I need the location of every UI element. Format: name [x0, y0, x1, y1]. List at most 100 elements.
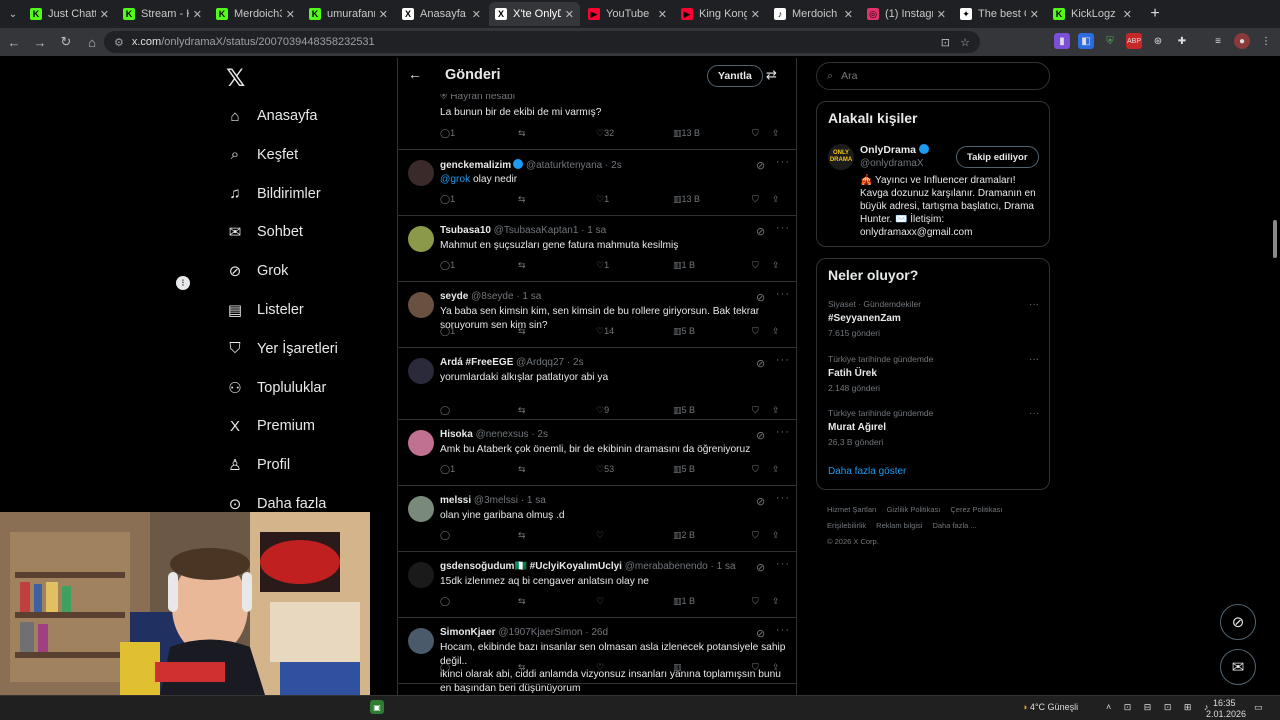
post-time[interactable]: · 2s [605, 160, 622, 171]
nav-item[interactable]: ⊘ Grok [226, 256, 289, 286]
post-time[interactable]: · 1 sa [516, 291, 541, 302]
views-icon[interactable]: ▥ 2 B [673, 530, 695, 541]
adblock-icon[interactable]: ABP [1126, 33, 1142, 49]
avatar[interactable] [408, 292, 434, 318]
avatar[interactable] [408, 226, 434, 252]
reading-list-icon[interactable]: ≡ [1210, 33, 1226, 49]
author-handle[interactable]: @merababenendo [625, 561, 708, 572]
repost-icon[interactable]: ⇆ [518, 194, 526, 205]
bookmark-icon[interactable]: ⛉ [752, 326, 759, 337]
bookmark-icon[interactable]: ⛉ [752, 464, 759, 475]
browser-tab[interactable]: ✦ The best Ch ✕ [954, 2, 1045, 26]
post-time[interactable]: · 2s [531, 429, 548, 440]
grok-float-icon[interactable]: ⊘ [1220, 604, 1256, 640]
like-icon[interactable]: ♡ 14 [596, 326, 614, 337]
grok-icon[interactable]: ⊘ [756, 495, 765, 508]
back-arrow-icon[interactable]: ← [408, 66, 422, 82]
bookmark-icon[interactable]: ⛉ [752, 596, 759, 607]
author-handle[interactable]: @TsubasaKaptan1 [494, 225, 579, 236]
avatar[interactable] [408, 628, 434, 654]
share-icon[interactable]: ⇪ [772, 596, 780, 607]
author-handle[interactable]: @3melssi [474, 495, 518, 506]
tab-close-icon[interactable]: ✕ [751, 8, 760, 21]
reply-icon[interactable]: ◯ 1 [440, 464, 455, 475]
home-button-icon[interactable]: ⌂ [80, 30, 104, 54]
views-icon[interactable]: ▥ 5 B [673, 405, 695, 416]
footer-link[interactable]: Çerez Politikası [950, 505, 1002, 514]
post[interactable]: gsdensoğudum🇳🇬 #UclyiKoyalımUclyi @merab… [398, 552, 796, 618]
more-icon[interactable]: ··· [776, 354, 790, 366]
author-handle[interactable]: @ataturktenyana [526, 160, 602, 171]
browser-tab[interactable]: Kumurafann ✕ [303, 2, 394, 26]
more-icon[interactable]: ··· [1029, 354, 1039, 365]
post-time[interactable]: · 1 sa [711, 561, 736, 572]
views-icon[interactable]: ▥ [673, 662, 682, 673]
author-name[interactable]: Ardá #FreeEGE [440, 357, 513, 368]
repost-icon[interactable]: ⇆ [518, 260, 526, 271]
forward-icon[interactable]: → [28, 30, 52, 54]
share-icon[interactable]: ⇪ [772, 405, 780, 416]
bookmark-icon[interactable]: ⛉ [752, 260, 759, 271]
like-icon[interactable]: ♡ [596, 662, 604, 673]
address-bar[interactable]: ⚙ x.com/onlydramaX/status/20070394483582… [104, 31, 980, 53]
reply-button[interactable]: Yanıtla [707, 65, 763, 87]
reply-icon[interactable]: ◯ 1 [440, 260, 455, 271]
tab-search-icon[interactable]: ⌄ [4, 5, 22, 23]
clock-time[interactable]: 16:35 [1213, 698, 1236, 708]
extension-icon[interactable]: ⊛ [1150, 33, 1166, 49]
info-dot-icon[interactable]: ⁝ [176, 276, 190, 290]
site-info-icon[interactable]: ⚙ [114, 36, 124, 49]
messages-float-icon[interactable]: ✉ [1220, 649, 1256, 685]
nav-item[interactable]: ⌂ Anasayfa [226, 101, 317, 131]
browser-tab[interactable]: K KickLogz - K ✕ [1047, 2, 1138, 26]
install-icon[interactable]: ⊡ [941, 36, 950, 49]
person-name[interactable]: OnlyDrama [860, 144, 929, 156]
more-icon[interactable]: ··· [776, 222, 790, 234]
extension-shield-icon[interactable]: ⛨ [1102, 33, 1118, 49]
views-icon[interactable]: ▥ 13 B [673, 128, 700, 139]
repost-icon[interactable]: ⇆ [518, 662, 526, 673]
search-input[interactable]: ⌕ Ara [816, 62, 1050, 90]
tab-close-icon[interactable]: ✕ [286, 8, 295, 21]
grok-icon[interactable]: ⊘ [756, 561, 765, 574]
author-handle[interactable]: @Ardqq27 [516, 357, 564, 368]
nav-item[interactable]: ♙ Profil [226, 450, 290, 480]
author-name[interactable]: melssi [440, 495, 471, 506]
more-icon[interactable]: ··· [1029, 299, 1039, 310]
extension-icon[interactable]: ▮ [1054, 33, 1070, 49]
reply-icon[interactable]: ◯ [440, 662, 450, 673]
browser-tab[interactable]: ◎ (1) Instagram ✕ [861, 2, 952, 26]
x-logo-icon[interactable]: 𝕏 [226, 64, 245, 93]
post-time[interactable]: · 1 sa [521, 495, 546, 506]
person-handle[interactable]: @onlydramaX [860, 158, 924, 169]
avatar[interactable] [408, 430, 434, 456]
reply-icon[interactable]: ◯ [440, 405, 450, 416]
notifications-icon[interactable]: ▭ [1254, 702, 1263, 713]
clock-date[interactable]: 2.01.2026 [1206, 709, 1246, 719]
reply-icon[interactable]: ◯ 1 [440, 128, 455, 139]
grok-icon[interactable]: ⊘ [756, 225, 765, 238]
tab-close-icon[interactable]: ✕ [100, 8, 109, 21]
back-icon[interactable]: ← [2, 30, 26, 54]
repost-icon[interactable]: ⇆ [518, 596, 526, 607]
repost-icon[interactable]: ⇆ [518, 405, 526, 416]
views-icon[interactable]: ▥ 1 B [673, 596, 695, 607]
more-icon[interactable]: ··· [776, 426, 790, 438]
avatar[interactable] [408, 496, 434, 522]
following-button[interactable]: Takip ediliyor [956, 146, 1039, 168]
more-icon[interactable]: ··· [776, 288, 790, 300]
reply-icon[interactable]: ◯ [440, 530, 450, 541]
tab-close-icon[interactable]: ✕ [1030, 8, 1039, 21]
footer-link[interactable]: Reklam bilgisi [876, 521, 922, 530]
tab-close-icon[interactable]: ✕ [193, 8, 202, 21]
like-icon[interactable]: ♡ [596, 530, 604, 541]
page-scrollbar[interactable] [1273, 220, 1277, 258]
bookmark-icon[interactable]: ⛉ [752, 530, 759, 541]
more-icon[interactable]: ··· [776, 624, 790, 636]
trend-item[interactable]: Türkiye tarihinde gündemde Fatih Ürek 2.14… [828, 354, 1043, 393]
views-icon[interactable]: ▥ 13 B [673, 194, 700, 205]
mention-link[interactable]: @grok [440, 174, 470, 185]
grok-icon[interactable]: ⊘ [756, 627, 765, 640]
nav-item[interactable]: ⛉ Yer İşaretleri [226, 334, 338, 364]
post[interactable]: genckemalizim @ataturktenyana · 2s ⊘ ··· @g… [398, 150, 796, 216]
